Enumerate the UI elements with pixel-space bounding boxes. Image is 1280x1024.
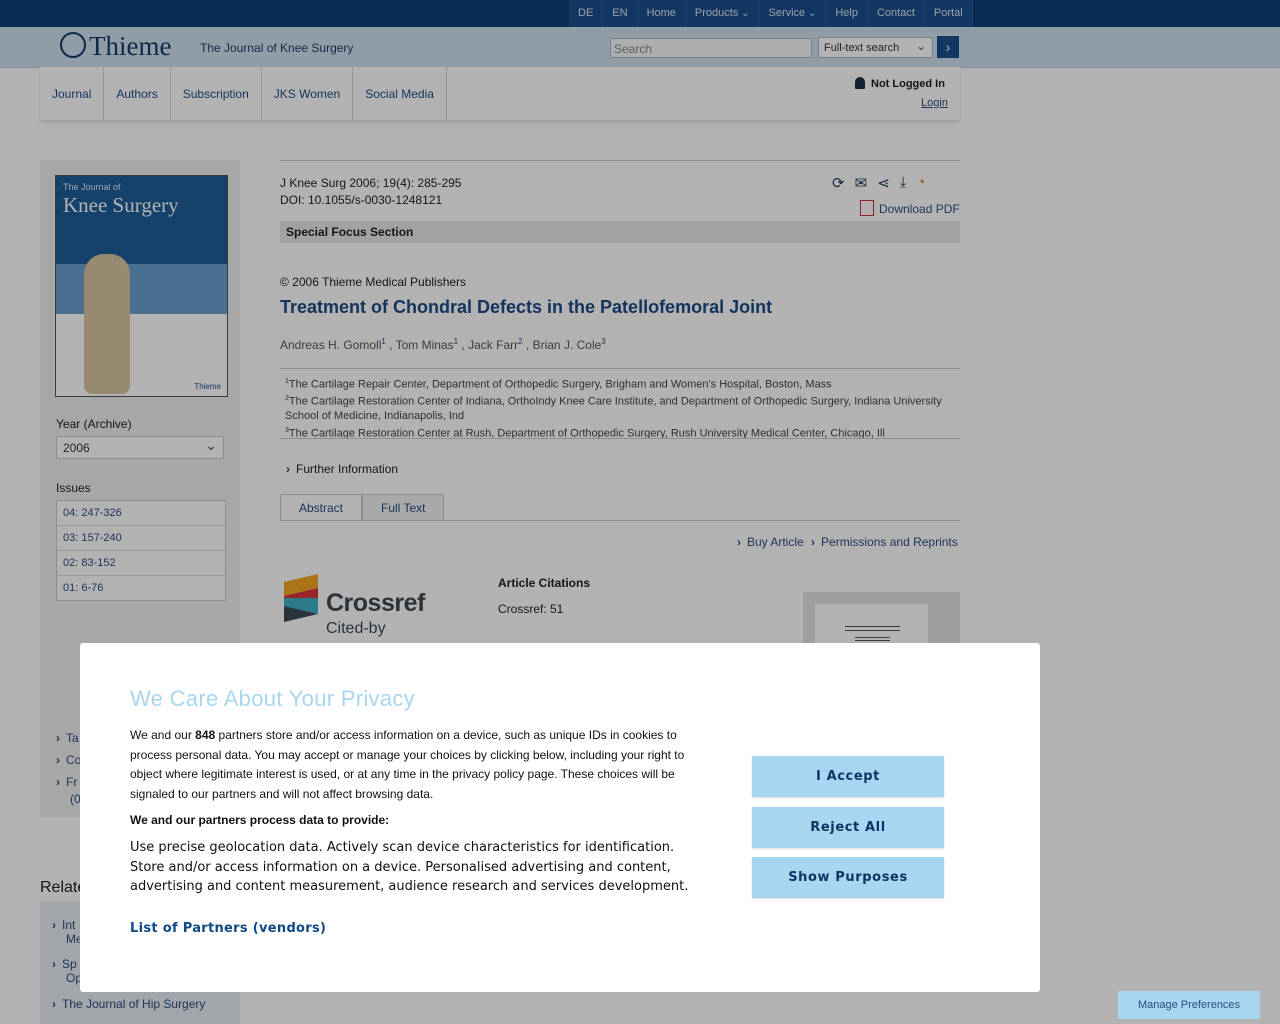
privacy-consent-dialog: We Care About Your Privacy We and our 84… (80, 643, 1040, 992)
show-purposes-button[interactable]: Show Purposes (752, 857, 944, 898)
partners-count: 848 (195, 728, 216, 742)
privacy-body-text: We and our (130, 728, 196, 742)
privacy-title: We Care About Your Privacy (130, 686, 415, 711)
partners-list-link[interactable]: List of Partners (vendors) (130, 921, 326, 936)
manage-preferences-button[interactable]: Manage Preferences (1118, 991, 1260, 1019)
privacy-purposes: Use precise geolocation data. Actively s… (130, 840, 689, 894)
privacy-subtitle: We and our partners process data to prov… (130, 813, 390, 827)
accept-button[interactable]: I Accept (752, 756, 944, 797)
privacy-body: We and our 848 partners store and/or acc… (130, 726, 685, 804)
reject-all-button[interactable]: Reject All (752, 807, 944, 848)
